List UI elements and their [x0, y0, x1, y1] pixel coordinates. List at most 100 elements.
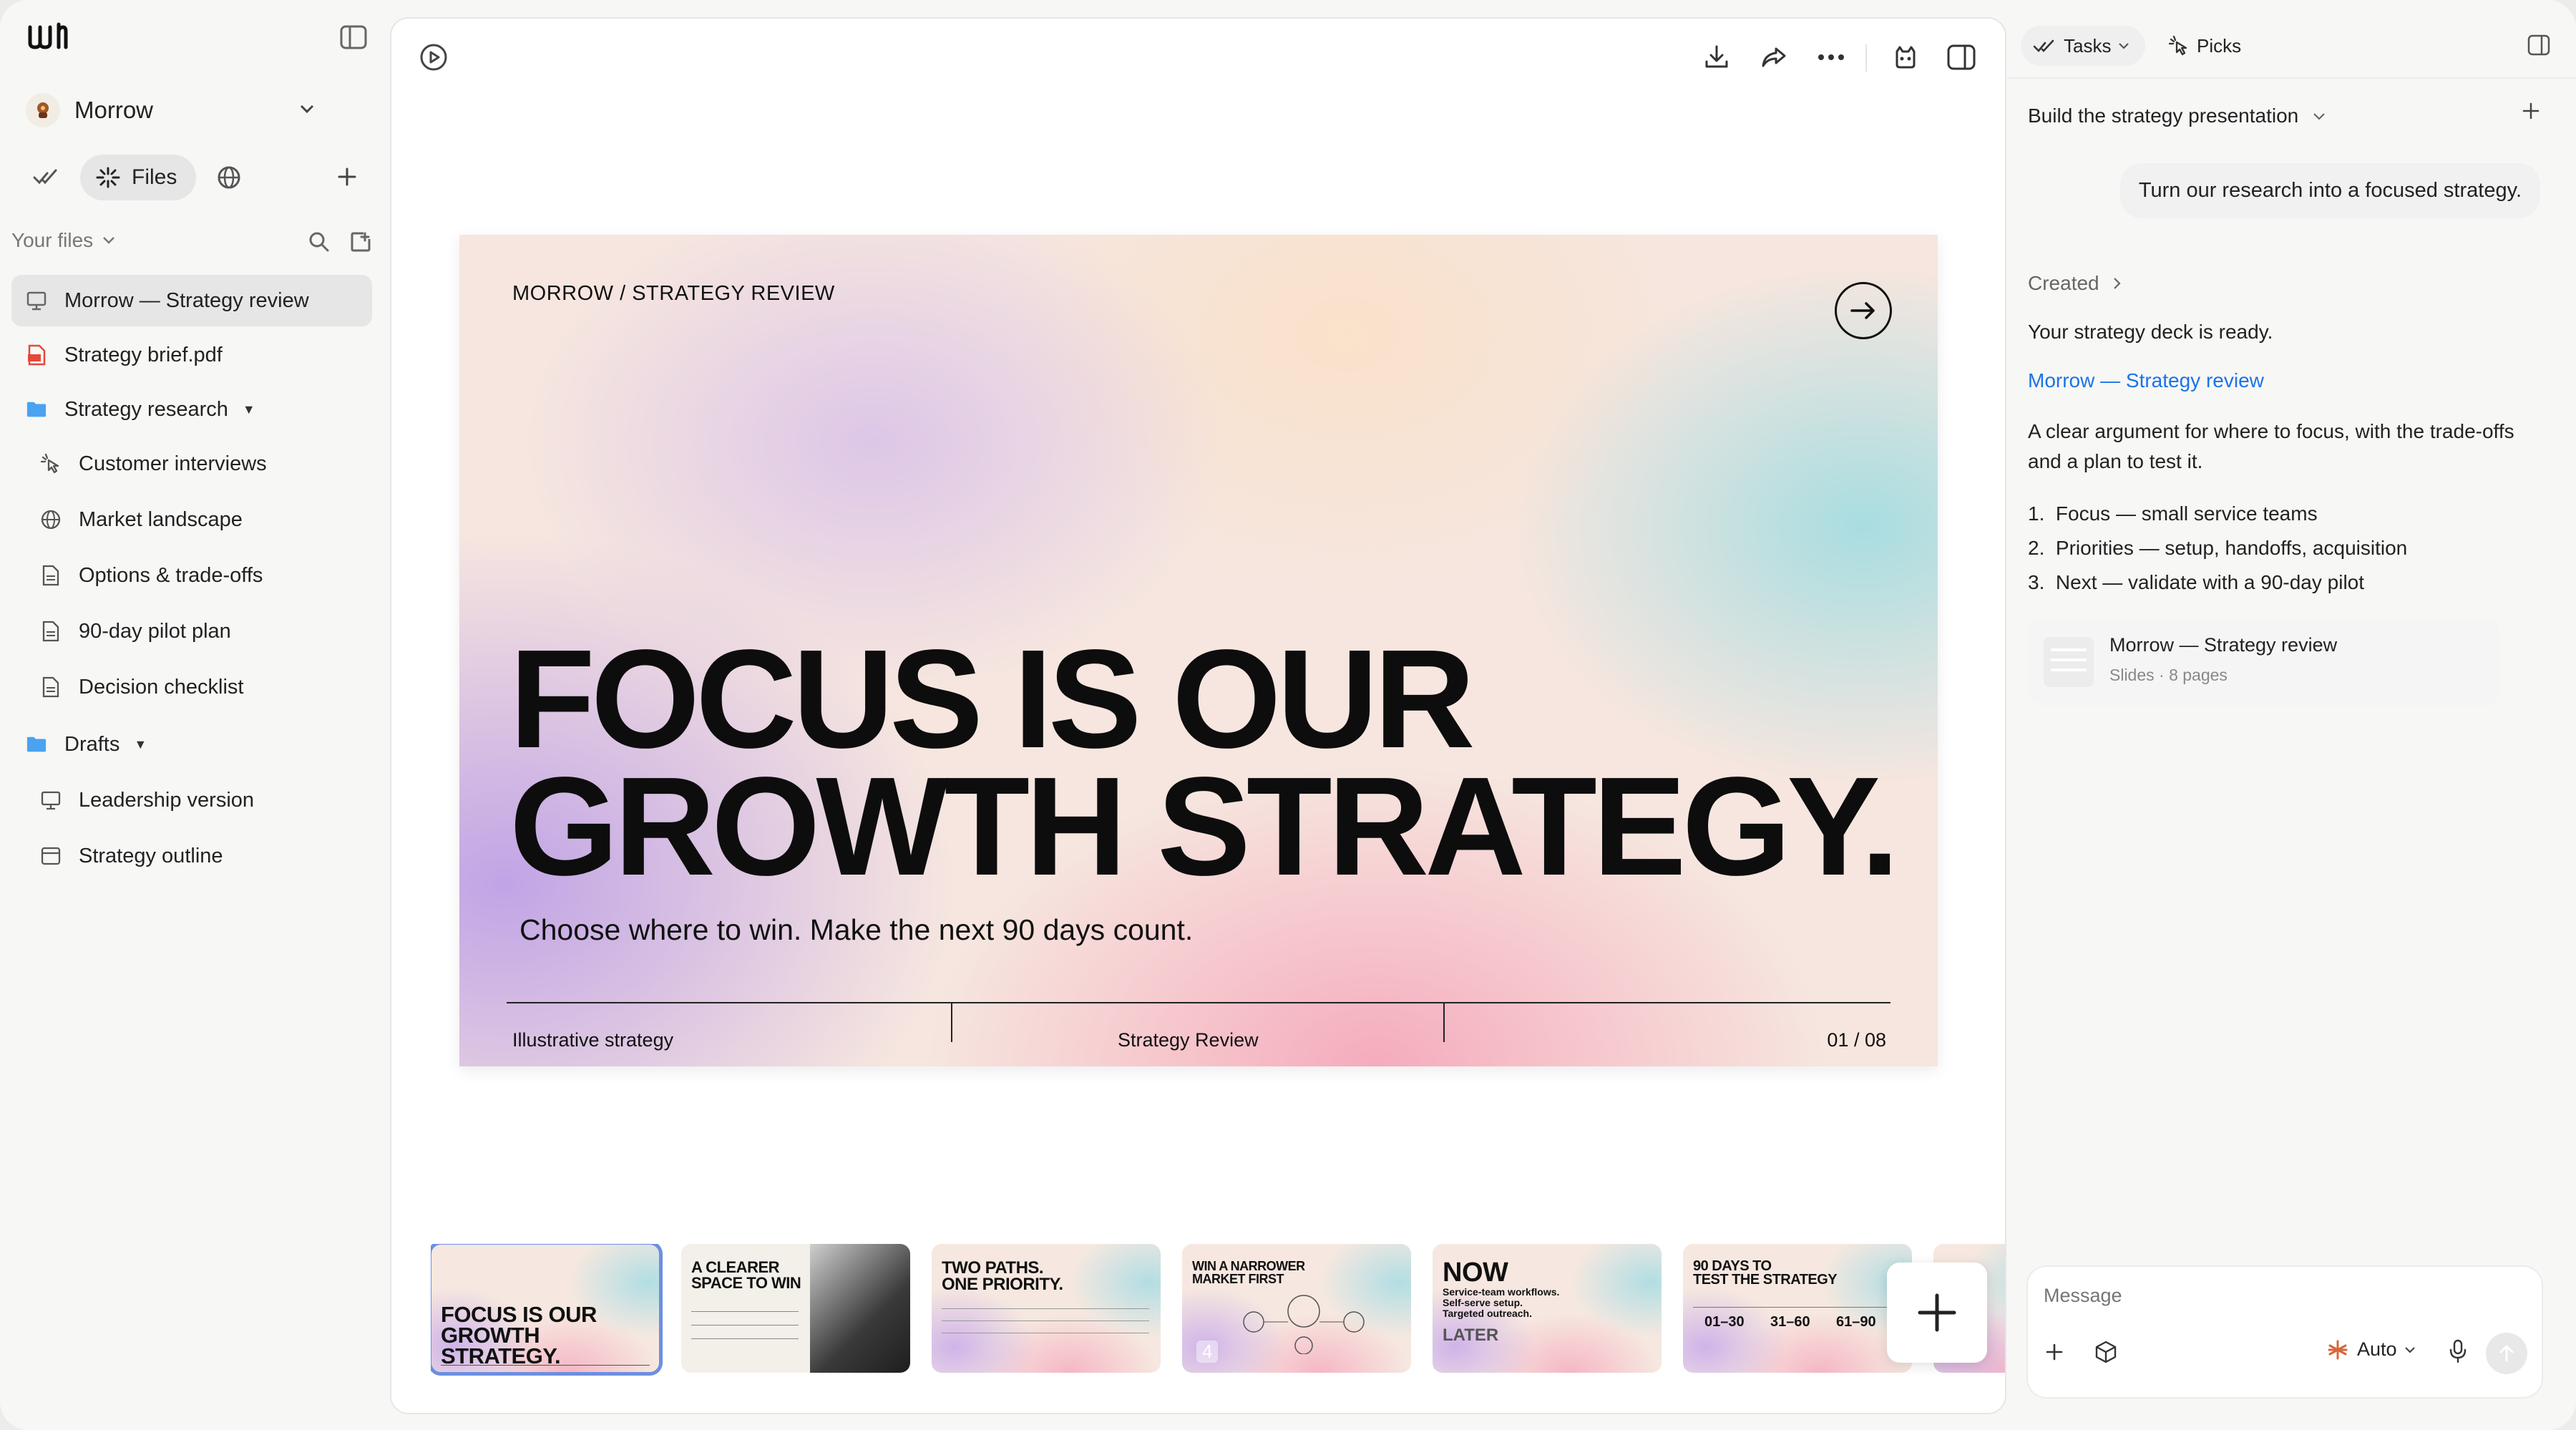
- search-icon[interactable]: [308, 230, 331, 257]
- globe-icon: [40, 509, 62, 530]
- collapse-sidebar-icon[interactable]: [339, 24, 368, 54]
- add-icon[interactable]: [336, 166, 358, 191]
- more-options-icon[interactable]: [1811, 37, 1851, 77]
- slide-footer-rule: [507, 1002, 1890, 1003]
- file-item[interactable]: Strategy brief.pdf: [11, 329, 372, 381]
- thumb-col: 01–30: [1704, 1314, 1745, 1330]
- file-item[interactable]: Decision checklist: [11, 661, 372, 713]
- doc-icon: [40, 565, 62, 586]
- slide-footer-center: Strategy Review: [1118, 1029, 1259, 1051]
- thumb-slide-number: 4: [1196, 1341, 1219, 1363]
- assistant-panel-header: Tasks Picks: [2005, 0, 2576, 77]
- tasks-label: Tasks: [2064, 34, 2112, 57]
- attach-icon[interactable]: [2044, 1341, 2065, 1366]
- thumb-col: 61–90: [1836, 1314, 1876, 1330]
- deck-thumbnail: [2044, 637, 2094, 687]
- summary-text: A clear argument for where to focus, wit…: [2028, 420, 2514, 472]
- pointer-icon: [2168, 35, 2187, 56]
- arrow-right-icon: [1835, 282, 1892, 339]
- file-label: Strategy brief.pdf: [64, 343, 223, 366]
- thumb-body: Service-team workflows. Self-serve setup…: [1443, 1286, 1560, 1319]
- folder-item[interactable]: Strategy research ▼: [11, 384, 372, 435]
- message-composer: Auto: [2026, 1265, 2543, 1399]
- download-icon[interactable]: [1697, 37, 1737, 77]
- task-title-text: Build the strategy presentation: [2028, 104, 2299, 127]
- slide-headline: FOCUS IS OUR GROWTH STRATEGY.: [509, 621, 1900, 905]
- file-label: Decision checklist: [79, 675, 244, 699]
- asterisk-icon: [2328, 1340, 2348, 1359]
- deck-card[interactable]: Morrow — Strategy review Slides · 8 page…: [2028, 618, 2500, 706]
- user-message: Turn our research into a focused strateg…: [2119, 163, 2540, 218]
- new-file-icon[interactable]: [349, 230, 372, 257]
- model-label: Auto: [2357, 1338, 2397, 1360]
- tab-tasks[interactable]: Tasks: [2021, 26, 2145, 66]
- workspace-name: Morrow: [74, 97, 154, 123]
- created-toggle[interactable]: Created: [2028, 272, 2121, 295]
- panel-toggle-icon[interactable]: [1941, 37, 1981, 77]
- cube-icon[interactable]: [2094, 1340, 2118, 1368]
- thumb-diagram: [1243, 1295, 1365, 1354]
- tasks-tab-icon[interactable]: [31, 165, 60, 193]
- file-label: Options & trade-offs: [79, 563, 263, 587]
- file-item[interactable]: Strategy outline: [11, 830, 372, 882]
- folder-icon: [26, 734, 47, 755]
- key-points: 1. Focus — small service teams 2. Priori…: [2028, 497, 2543, 600]
- file-item[interactable]: Customer interviews: [11, 438, 372, 490]
- file-item[interactable]: 90-day pilot plan: [11, 605, 372, 657]
- file-item[interactable]: Market landscape: [11, 494, 372, 545]
- your-files-header[interactable]: Your files: [11, 229, 116, 252]
- slide-preview[interactable]: MORROW / STRATEGY REVIEW FOCUS IS OUR GR…: [459, 235, 1938, 1066]
- globe-icon[interactable]: [216, 165, 242, 194]
- folder-icon: [26, 399, 47, 420]
- file-item[interactable]: Morrow — Strategy review: [11, 275, 372, 326]
- folder-item[interactable]: Drafts ▼: [11, 719, 372, 770]
- chevron-down-icon: [2119, 43, 2129, 49]
- workspace-switcher[interactable]: Morrow: [26, 93, 153, 127]
- sparkle-icon: [96, 167, 120, 188]
- section-label: Your files: [11, 229, 94, 251]
- send-button[interactable]: [2486, 1333, 2527, 1374]
- assistant-icon[interactable]: [1885, 37, 1926, 77]
- deck-link[interactable]: Morrow — Strategy review: [2028, 369, 2264, 392]
- slide-thumbnail[interactable]: NOW Service-team workflows. Self-serve s…: [1433, 1244, 1662, 1373]
- slide-thumbnail[interactable]: TWO PATHS. ONE PRIORITY.: [932, 1244, 1161, 1373]
- card-title: Morrow — Strategy review: [2109, 634, 2338, 656]
- file-item[interactable]: Leadership version: [11, 774, 372, 826]
- slide-kicker: MORROW / STRATEGY REVIEW: [512, 282, 835, 305]
- chevron-down-icon[interactable]: [299, 103, 315, 118]
- app-logo-icon[interactable]: [27, 21, 69, 55]
- thumb-later: LATER: [1443, 1326, 1499, 1345]
- play-icon[interactable]: [414, 37, 454, 77]
- browser-icon: [40, 845, 62, 867]
- file-item[interactable]: Options & trade-offs: [11, 550, 372, 601]
- slides-icon: [26, 290, 47, 311]
- thumb-title: A CLEARER SPACE TO WIN: [691, 1258, 801, 1292]
- slide-thumbnail[interactable]: 90 DAYS TO TEST THE STRATEGY 01–30 31–60…: [1683, 1244, 1912, 1373]
- thumb-title: FOCUS IS OUR GROWTH STRATEGY.: [441, 1302, 597, 1368]
- slide-thumbnail[interactable]: FOCUS IS OUR GROWTH STRATEGY.: [431, 1244, 663, 1376]
- doc-icon: [40, 676, 62, 698]
- tab-files[interactable]: Files: [80, 155, 196, 200]
- chevron-down-icon: [103, 237, 115, 244]
- microphone-icon[interactable]: [2449, 1338, 2467, 1368]
- caret-down-icon[interactable]: ▼: [134, 737, 147, 752]
- model-selector[interactable]: Auto: [2327, 1338, 2416, 1361]
- file-label: Morrow — Strategy review: [64, 288, 309, 312]
- tab-picks[interactable]: Picks: [2161, 26, 2241, 66]
- thumb-footer: [441, 1365, 650, 1366]
- ready-text: Your strategy deck is ready.: [2028, 321, 2273, 343]
- file-label: Leadership version: [79, 788, 255, 812]
- new-task-icon[interactable]: [2522, 102, 2540, 124]
- file-label: Strategy outline: [79, 844, 223, 867]
- slide-thumbnail[interactable]: WIN A NARROWER MARKET FIRST 4: [1182, 1244, 1411, 1373]
- message-input[interactable]: [2042, 1277, 2517, 1314]
- thumb-list: [691, 1311, 799, 1352]
- task-title[interactable]: Build the strategy presentation: [2028, 104, 2326, 127]
- caret-down-icon[interactable]: ▼: [243, 402, 255, 417]
- slide-thumbnail[interactable]: A CLEARER SPACE TO WIN: [681, 1244, 910, 1373]
- footer-divider: [951, 1002, 952, 1042]
- footer-divider: [1443, 1002, 1445, 1042]
- share-icon[interactable]: [1754, 37, 1794, 77]
- panel-layout-icon[interactable]: [2527, 34, 2550, 59]
- add-slide-button[interactable]: [1887, 1263, 1987, 1363]
